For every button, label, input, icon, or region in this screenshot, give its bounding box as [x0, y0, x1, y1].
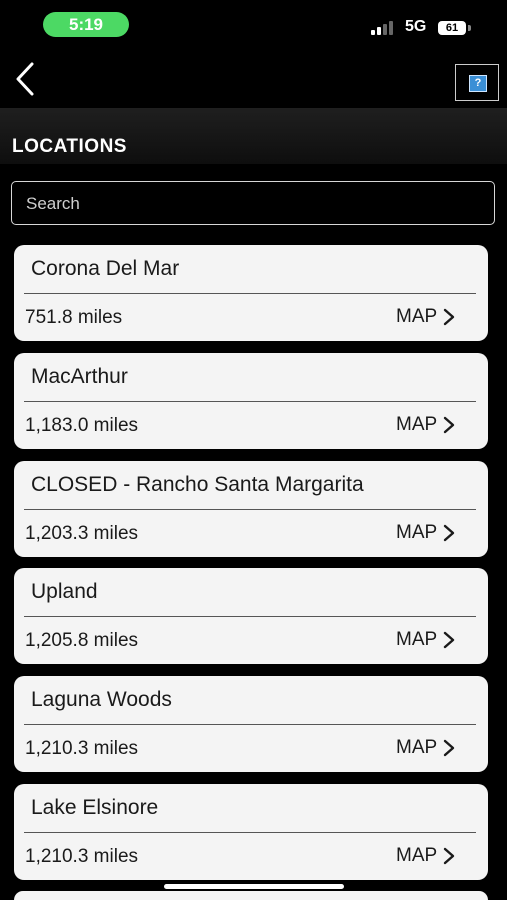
map-label: MAP [396, 737, 438, 758]
location-name: Upland [31, 580, 98, 603]
location-card[interactable]: Lake Elsinore 1,210.3 miles MAP [14, 784, 488, 880]
location-card[interactable]: Laguna Woods 1,210.3 miles MAP [14, 676, 488, 772]
back-button[interactable] [10, 60, 44, 98]
map-label: MAP [396, 629, 438, 650]
chevron-right-icon [443, 416, 455, 434]
card-divider [24, 401, 476, 402]
status-time: 5:19 [43, 12, 129, 37]
map-link[interactable]: MAP [396, 626, 455, 654]
card-divider [24, 509, 476, 510]
location-card-partial[interactable] [14, 891, 488, 900]
card-divider [24, 724, 476, 725]
status-bar: 5:19 5G 61 [0, 0, 507, 50]
location-distance: 1,183.0 miles [25, 415, 139, 436]
battery-tip [468, 25, 471, 31]
section-header: LOCATIONS [0, 108, 507, 164]
location-distance: 1,210.3 miles [25, 738, 139, 759]
location-card[interactable]: Upland 1,205.8 miles MAP [14, 568, 488, 664]
location-name: Laguna Woods [31, 688, 172, 711]
chevron-right-icon [443, 847, 455, 865]
card-divider [24, 293, 476, 294]
chevron-right-icon [443, 524, 455, 542]
location-distance: 1,210.3 miles [25, 846, 139, 867]
map-link[interactable]: MAP [396, 734, 455, 762]
map-label: MAP [396, 414, 438, 435]
location-distance: 751.8 miles [25, 307, 123, 328]
help-button[interactable]: ? [455, 64, 499, 101]
location-card[interactable]: Corona Del Mar 751.8 miles MAP [14, 245, 488, 341]
help-icon: ? [469, 75, 487, 92]
home-indicator[interactable] [164, 884, 344, 889]
chevron-right-icon [443, 631, 455, 649]
map-label: MAP [396, 845, 438, 866]
location-card[interactable]: CLOSED - Rancho Santa Margarita 1,203.3 … [14, 461, 488, 557]
card-divider [24, 832, 476, 833]
map-link[interactable]: MAP [396, 411, 455, 439]
navigation-bar [0, 50, 507, 108]
card-divider [24, 616, 476, 617]
location-distance: 1,205.8 miles [25, 630, 139, 651]
location-name: Lake Elsinore [31, 796, 159, 819]
search-box [11, 181, 495, 225]
location-name: Corona Del Mar [31, 257, 180, 280]
map-link[interactable]: MAP [396, 842, 455, 870]
chevron-left-icon [16, 62, 34, 96]
map-link[interactable]: MAP [396, 303, 455, 331]
location-name: CLOSED - Rancho Santa Margarita [31, 473, 364, 496]
cellular-signal-icon [371, 21, 395, 35]
location-distance: 1,203.3 miles [25, 523, 139, 544]
map-label: MAP [396, 522, 438, 543]
chevron-right-icon [443, 308, 455, 326]
search-input[interactable] [24, 182, 478, 225]
chevron-right-icon [443, 739, 455, 757]
location-card[interactable]: MacArthur 1,183.0 miles MAP [14, 353, 488, 449]
network-type: 5G [405, 18, 427, 35]
page-title: LOCATIONS [12, 136, 127, 157]
map-label: MAP [396, 306, 438, 327]
battery-icon: 61 [438, 21, 466, 35]
location-name: MacArthur [31, 365, 128, 388]
map-link[interactable]: MAP [396, 519, 455, 547]
